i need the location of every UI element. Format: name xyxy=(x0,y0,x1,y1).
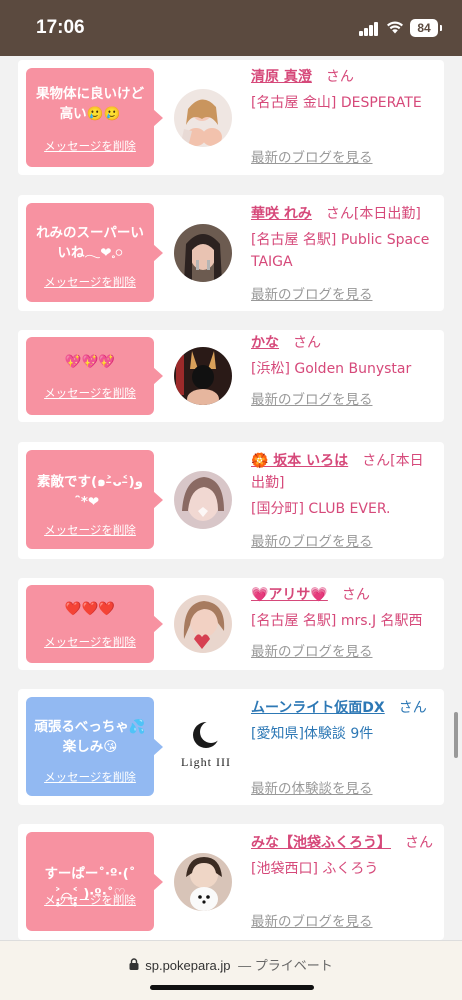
private-mode-label: — プライベート xyxy=(238,958,333,973)
delete-message-link[interactable]: メッセージを削除 xyxy=(26,274,154,290)
latest-blog-link[interactable]: 最新のブログを見る xyxy=(251,283,373,303)
girl-info: かな さん [浜松] Golden Bunystar xyxy=(251,332,434,380)
avatar[interactable] xyxy=(174,347,232,405)
message-bubble: れみのスーパーいいね𓂃❤︎𓈒𓏸 メッセージを削除 xyxy=(26,203,163,302)
latest-blog-link[interactable]: 最新のブログを見る xyxy=(251,388,373,408)
home-indicator[interactable] xyxy=(150,985,314,990)
girl-info: 🏵️ 坂本 いろは さん[本日出勤] [国分町] CLUB EVER. xyxy=(251,450,434,520)
girl-info: 💗アリサ💗 さん [名古屋 名駅] mrs.J 名駅西 xyxy=(251,584,434,632)
girl-info: みな【池袋ふくろう】 さん [池袋西口] ふくろう xyxy=(251,832,434,880)
message-bubble: ❤️❤️❤️ メッセージを削除 xyxy=(26,585,163,663)
girl-name-link[interactable]: 🏵️ 坂本 いろは xyxy=(251,453,348,469)
girl-info: 華咲 れみ さん[本日出勤] [名古屋 名駅] Public Space TAIG… xyxy=(251,203,434,273)
honorific: さん xyxy=(293,335,321,351)
shop-name: [浜松] Golden Bunystar xyxy=(251,361,412,377)
scrollbar[interactable] xyxy=(454,712,458,758)
url-domain: sp.pokepara.jp xyxy=(145,958,231,973)
review-count: [愛知県]体験談 9件 xyxy=(251,726,374,742)
delete-message-link[interactable]: メッセージを削除 xyxy=(26,892,154,908)
honorific: さん xyxy=(405,835,433,851)
message-bubble: すーぱー˚‧º·(˚ ˃̣̣̥⌓˂̣̣̥ )‧º·˚♡ メッセージを削除 xyxy=(26,832,163,931)
latest-blog-link[interactable]: 最新のブログを見る xyxy=(251,530,373,550)
message-text: 頑張るべっちゃ💦楽しみ😘 xyxy=(34,719,146,755)
girl-name-link[interactable]: 💗アリサ💗 xyxy=(251,587,328,603)
message-text: 素敵です(๑˃̵ᴗ˂̵)و ̑̑*❤ xyxy=(36,474,144,510)
status-bar: 17:06 84 xyxy=(0,0,462,56)
avatar[interactable] xyxy=(174,595,232,653)
list-item: 💖💖💖 メッセージを削除 かな さん [浜松] Golden Bunystar 最… xyxy=(18,330,444,422)
shop-name: [名古屋 名駅] mrs.J 名駅西 xyxy=(251,613,423,629)
delete-message-link[interactable]: メッセージを削除 xyxy=(26,385,154,401)
cellular-signal-icon xyxy=(359,22,379,36)
list-item: ❤️❤️❤️ メッセージを削除 💗アリサ💗 さん [名古屋 名駅] mrs.J 名… xyxy=(18,578,444,670)
reviewer-name-link[interactable]: ムーンライト仮面DX xyxy=(251,700,385,716)
shop-name: [名古屋 金山] DESPERATE xyxy=(251,95,422,111)
honorific: さん xyxy=(341,587,370,603)
avatar[interactable] xyxy=(174,471,232,529)
shop-name: [池袋西口] ふくろう xyxy=(251,861,379,877)
delete-message-link[interactable]: メッセージを削除 xyxy=(26,769,154,785)
list-item: 素敵です(๑˃̵ᴗ˂̵)و ̑̑*❤ メッセージを削除 🏵️ 坂本 いろは さん[… xyxy=(18,442,444,559)
message-bubble: 素敵です(๑˃̵ᴗ˂̵)و ̑̑*❤ メッセージを削除 xyxy=(26,450,163,549)
message-bubble: 💖💖💖 メッセージを削除 xyxy=(26,337,163,415)
list-item: 頑張るべっちゃ💦楽しみ😘 メッセージを削除 Light III ムーンライト仮面… xyxy=(18,689,444,805)
shop-logo[interactable]: Light III xyxy=(176,717,236,777)
message-text: 💖💖💖 xyxy=(64,354,116,370)
lock-icon xyxy=(129,958,139,973)
message-bubble: 果物体に良いけど高い🥲🥲 メッセージを削除 xyxy=(26,68,163,167)
avatar[interactable] xyxy=(174,853,232,911)
browser-url-bar[interactable]: sp.pokepara.jp — プライベート xyxy=(0,940,462,1000)
girl-name-link[interactable]: 清原 真澄 xyxy=(251,69,312,85)
girl-name-link[interactable]: 華咲 れみ xyxy=(251,206,312,222)
shop-name: [国分町] CLUB EVER. xyxy=(251,501,391,517)
avatar[interactable] xyxy=(174,89,232,147)
status-time: 17:06 xyxy=(36,17,85,38)
delete-message-link[interactable]: メッセージを削除 xyxy=(26,634,154,650)
message-text: ❤️❤️❤️ xyxy=(64,601,116,617)
message-text: 果物体に良いけど高い🥲🥲 xyxy=(36,86,144,122)
list-item: 果物体に良いけど高い🥲🥲 メッセージを削除 清原 真澄 さん [名古屋 金山] D… xyxy=(18,60,444,175)
battery-icon: 84 xyxy=(410,19,442,37)
girl-name-link[interactable]: みな【池袋ふくろう】 xyxy=(251,835,391,851)
honorific: さん[本日出勤] xyxy=(325,206,421,222)
latest-blog-link[interactable]: 最新のブログを見る xyxy=(251,910,373,930)
latest-blog-link[interactable]: 最新のブログを見る xyxy=(251,640,373,660)
girl-name-link[interactable]: かな xyxy=(251,335,279,351)
message-text: れみのスーパーいいね𓂃❤︎𓈒𓏸 xyxy=(36,225,144,261)
wifi-icon xyxy=(387,21,403,34)
delete-message-link[interactable]: メッセージを削除 xyxy=(26,522,154,538)
delete-message-link[interactable]: メッセージを削除 xyxy=(26,138,154,154)
latest-review-link[interactable]: 最新の体験談を見る xyxy=(251,777,373,797)
honorific: さん xyxy=(398,700,427,716)
list-item: れみのスーパーいいね𓂃❤︎𓈒𓏸 メッセージを削除 華咲 れみ さん[本日出勤] [… xyxy=(18,195,444,311)
message-bubble: 頑張るべっちゃ💦楽しみ😘 メッセージを削除 xyxy=(26,697,163,796)
girl-info: ムーンライト仮面DX さん [愛知県]体験談 9件 xyxy=(251,697,434,745)
girl-info: 清原 真澄 さん [名古屋 金山] DESPERATE xyxy=(251,66,434,114)
shop-logo-text: Light III xyxy=(181,755,231,769)
shop-name: [名古屋 名駅] Public Space TAIGA xyxy=(251,232,430,270)
avatar[interactable] xyxy=(174,224,232,282)
message-list: 果物体に良いけど高い🥲🥲 メッセージを削除 清原 真澄 さん [名古屋 金山] D… xyxy=(0,56,462,940)
list-item: すーぱー˚‧º·(˚ ˃̣̣̥⌓˂̣̣̥ )‧º·˚♡ メッセージを削除 みな【… xyxy=(18,824,444,940)
latest-blog-link[interactable]: 最新のブログを見る xyxy=(251,146,373,166)
honorific: さん xyxy=(325,69,354,85)
